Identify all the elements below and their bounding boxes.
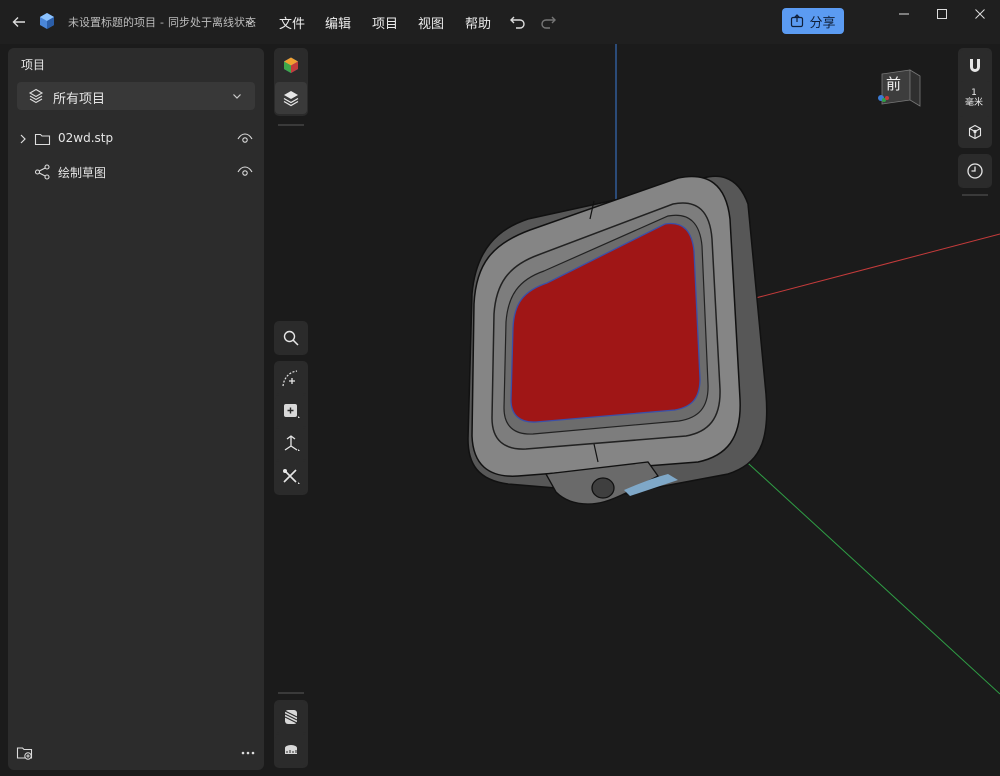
divider: [962, 194, 988, 196]
unit-label: 毫米: [964, 98, 983, 108]
tree-item-02wd[interactable]: 02wd.stp: [8, 127, 264, 151]
sync-status: 同步处于离线状态: [167, 16, 256, 29]
menu-view[interactable]: 视图: [418, 13, 444, 32]
title-bar: 未设置标题的项目 - 同步处于离线状态 文件 编辑 项目 视图 帮助 分享: [0, 0, 1000, 44]
unit-selector[interactable]: 1 毫米: [958, 86, 992, 112]
eye-icon[interactable]: [237, 165, 253, 179]
share-icon: [791, 14, 804, 28]
close-icon[interactable]: [968, 6, 992, 22]
maximize-icon[interactable]: [930, 6, 954, 22]
tree-item-sketch[interactable]: 绘制草图: [8, 160, 264, 184]
title-separator: -: [160, 16, 164, 29]
magnet-snap-icon[interactable]: [959, 50, 991, 82]
tree-item-label: 02wd.stp: [58, 131, 114, 145]
unit-value: 1: [971, 88, 977, 98]
project-name: 未设置标题的项目: [68, 16, 156, 29]
folder-icon: [34, 131, 51, 147]
project-panel: 项目 所有项目 02wd.stp 绘制草图: [8, 48, 264, 770]
filter-label: 所有项目: [53, 92, 106, 107]
undo-icon[interactable]: [508, 12, 528, 32]
view-cube-front-label: 前: [886, 75, 902, 93]
model-body[interactable]: [467, 175, 768, 505]
history-clock-icon[interactable]: [959, 155, 991, 187]
menu-help[interactable]: 帮助: [465, 13, 491, 32]
view-cube[interactable]: 前: [878, 68, 922, 108]
project-title[interactable]: 未设置标题的项目 - 同步处于离线状态: [68, 14, 256, 30]
layers-icon: [28, 88, 44, 104]
menu-edit[interactable]: 编辑: [325, 13, 351, 32]
cube-snap-icon[interactable]: [959, 116, 991, 148]
tree-item-label: 绘制草图: [58, 166, 107, 180]
chevron-right-icon[interactable]: [17, 131, 29, 147]
redo-icon[interactable]: [538, 12, 558, 32]
chevron-down-icon[interactable]: [244, 16, 256, 28]
project-filter-dropdown[interactable]: 所有项目: [17, 82, 255, 110]
minimize-icon[interactable]: [892, 6, 916, 22]
menu-file[interactable]: 文件: [279, 13, 305, 32]
back-arrow-icon[interactable]: [8, 11, 30, 33]
eye-icon[interactable]: [237, 132, 253, 146]
x-axis: [747, 233, 1000, 301]
3d-viewport[interactable]: [268, 44, 1000, 776]
panel-title: 项目: [21, 58, 46, 72]
more-options-icon[interactable]: [239, 745, 257, 761]
sketch-icon: [34, 164, 50, 180]
share-button[interactable]: 分享: [782, 8, 844, 34]
app-logo-icon: [38, 12, 56, 30]
new-folder-icon[interactable]: [16, 744, 34, 762]
chevron-down-icon: [231, 90, 243, 102]
share-label: 分享: [809, 15, 836, 31]
scene-canvas[interactable]: [268, 44, 1000, 776]
menu-project[interactable]: 项目: [372, 13, 398, 32]
y-axis: [737, 453, 1000, 695]
